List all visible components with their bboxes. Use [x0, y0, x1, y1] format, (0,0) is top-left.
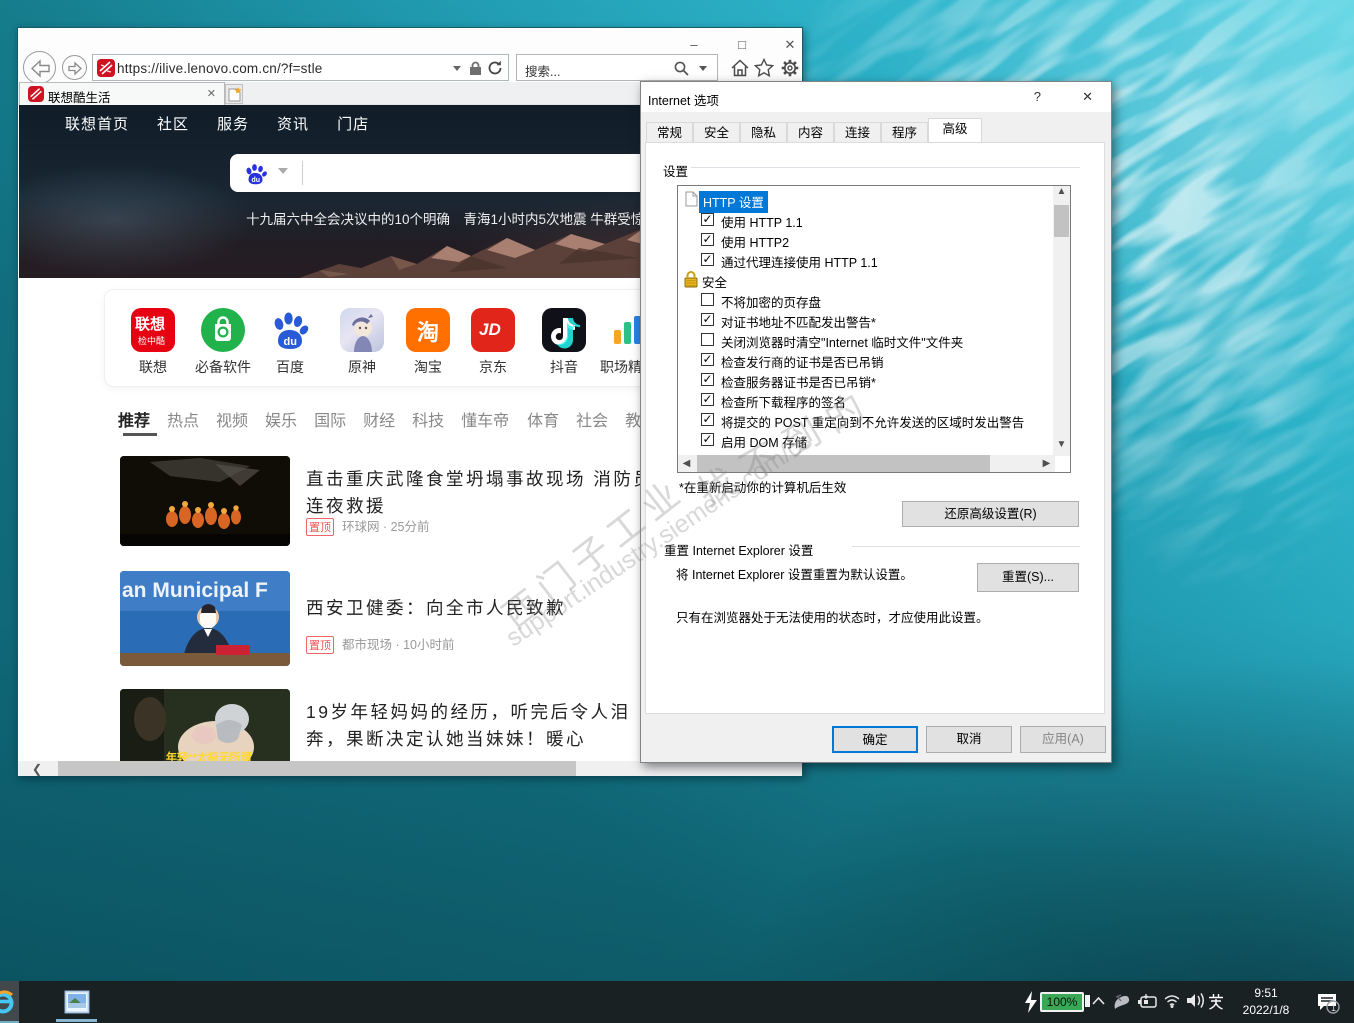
svg-text:1: 1 — [1331, 1003, 1336, 1013]
svg-text:an Municipal F: an Municipal F — [122, 579, 268, 602]
svg-text:du: du — [284, 336, 297, 348]
svg-text:年轻**太极无所谓: 年轻**太极无所谓 — [166, 750, 252, 761]
svg-text:du: du — [252, 177, 261, 184]
